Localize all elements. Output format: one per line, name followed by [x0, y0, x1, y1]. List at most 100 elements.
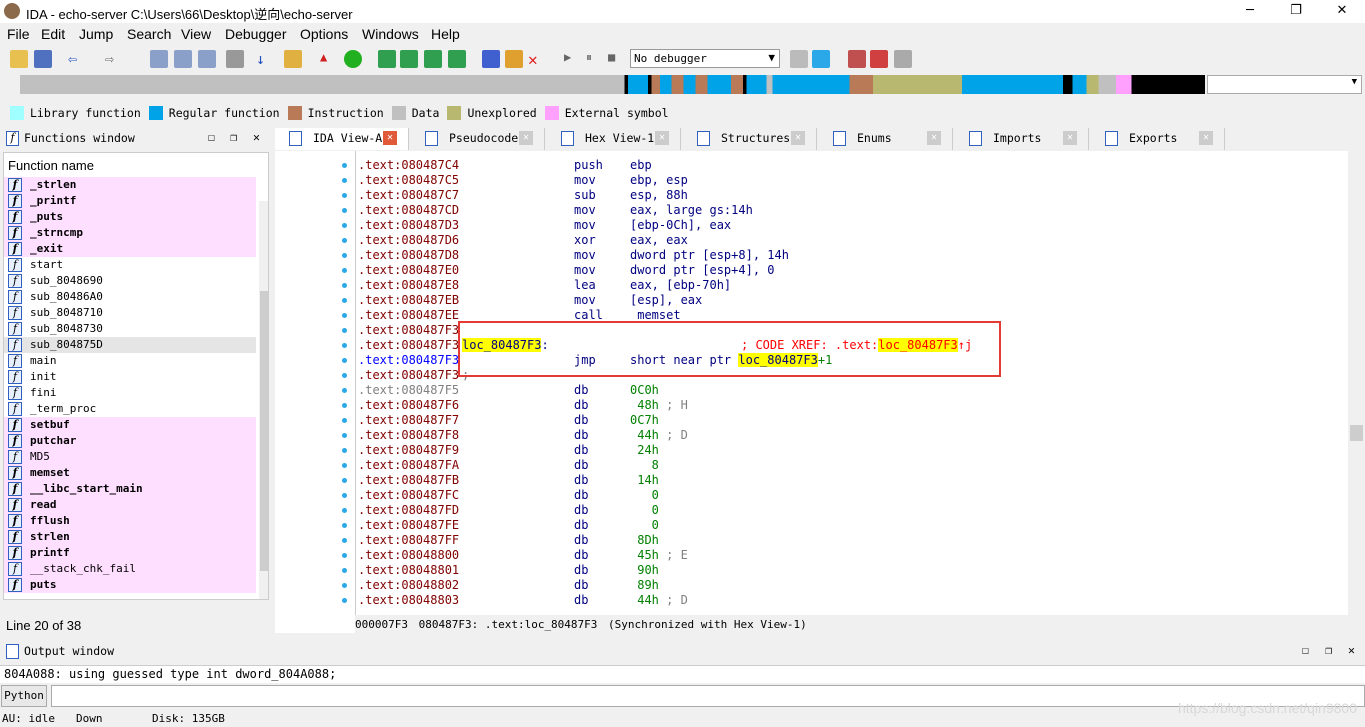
float-panel-icon[interactable]: ❐	[230, 130, 237, 144]
menu-edit[interactable]: Edit	[41, 26, 65, 42]
debug-options-icon[interactable]	[790, 50, 808, 68]
menu-file[interactable]: File	[7, 26, 30, 42]
code-line[interactable]: .text:080487CD mov eax, large gs:14h	[358, 203, 1348, 218]
menu-options[interactable]: Options	[300, 26, 348, 42]
breakpoint-dot-icon[interactable]	[342, 163, 347, 168]
code-line[interactable]: .text:080487D8 mov dword ptr [esp+8], 14h	[358, 248, 1348, 263]
code-line[interactable]: .text:080487FA db 8	[358, 458, 1348, 473]
menu-debugger[interactable]: Debugger	[225, 26, 287, 42]
pause-icon[interactable]: ⏸	[586, 50, 604, 68]
code-icon[interactable]	[378, 50, 396, 68]
close-panel-icon[interactable]: ✕	[253, 130, 260, 144]
code-line[interactable]: .text:080487D6 xor eax, eax	[358, 233, 1348, 248]
run-icon[interactable]	[344, 50, 362, 68]
function-row[interactable]: f putchar	[4, 433, 256, 449]
function-row[interactable]: f start	[4, 257, 256, 273]
code-line[interactable]: .text:080487E8 lea eax, [ebp-70h]	[358, 278, 1348, 293]
code-line[interactable]: .text:080487E0 mov dword ptr [esp+4], 0	[358, 263, 1348, 278]
close-tab-icon[interactable]: ✕	[519, 131, 533, 145]
menu-search[interactable]: Search	[127, 26, 171, 42]
code-line[interactable]: .text:080487F9 db 24h	[358, 443, 1348, 458]
breakpoint-dot-icon[interactable]	[342, 208, 347, 213]
binary-icon[interactable]	[150, 50, 168, 68]
breakpoint-dot-icon[interactable]	[342, 583, 347, 588]
print-icon[interactable]	[226, 50, 244, 68]
array-icon[interactable]	[448, 50, 466, 68]
code-line[interactable]: .text:080487FD db 0	[358, 503, 1348, 518]
breakpoint-dot-icon[interactable]	[342, 418, 347, 423]
code-line[interactable]: .text:080487C4 push ebp	[358, 158, 1348, 173]
breakpoint-dot-icon[interactable]	[342, 313, 347, 318]
code-line[interactable]: .text:080487F5 db 0C0h	[358, 383, 1348, 398]
code-line[interactable]: .text:080487EB mov [esp], eax	[358, 293, 1348, 308]
mark-icon[interactable]	[284, 50, 302, 68]
breakpoint-dot-icon[interactable]	[342, 538, 347, 543]
function-row[interactable]: f sub_80486A0	[4, 289, 256, 305]
stop-icon[interactable]: ■	[608, 50, 626, 68]
data-icon[interactable]	[400, 50, 418, 68]
function-row[interactable]: f read	[4, 497, 256, 513]
tab-imports[interactable]: Imports ✕	[955, 128, 1089, 150]
breakpoint-dot-icon[interactable]	[342, 283, 347, 288]
breakpoint-dot-icon[interactable]	[342, 223, 347, 228]
function-row[interactable]: f _exit	[4, 241, 256, 257]
function-row[interactable]: f strlen	[4, 529, 256, 545]
function-row[interactable]: f sub_8048730	[4, 321, 256, 337]
warning-icon[interactable]: ▲	[320, 50, 338, 68]
function-icon[interactable]	[482, 50, 500, 68]
tab-pseudocode-a[interactable]: Pseudocode-A ✕	[411, 128, 545, 150]
delete-icon[interactable]: ✕	[528, 50, 546, 69]
breakpoint-dot-icon[interactable]	[342, 193, 347, 198]
function-row[interactable]: f _puts	[4, 209, 256, 225]
vertical-scrollbar[interactable]	[259, 201, 268, 599]
maximize-panel-icon[interactable]: ☐	[208, 130, 215, 144]
debugger-select[interactable]: No debugger ▼	[630, 49, 780, 68]
code-line[interactable]: .text:080487C7 sub esp, 88h	[358, 188, 1348, 203]
breakpoint-dot-icon[interactable]	[342, 298, 347, 303]
code-line[interactable]: .text:080487C5 mov ebp, esp	[358, 173, 1348, 188]
close-tab-icon[interactable]: ✕	[383, 131, 397, 145]
command-input[interactable]	[51, 685, 1365, 707]
function-row[interactable]: f __stack_chk_fail	[4, 561, 256, 577]
vertical-scrollbar[interactable]	[1348, 151, 1365, 633]
function-row[interactable]: f sub_804875D	[4, 337, 256, 353]
function-row[interactable]: f memset	[4, 465, 256, 481]
breakpoint-dot-icon[interactable]	[342, 523, 347, 528]
function-row[interactable]: f MD5	[4, 449, 256, 465]
function-row[interactable]: f __libc_start_main	[4, 481, 256, 497]
menu-help[interactable]: Help	[431, 26, 460, 42]
tab-hex-view-1[interactable]: Hex View-1 ✕	[547, 128, 681, 150]
open-icon[interactable]	[10, 50, 28, 68]
close-tab-icon[interactable]: ✕	[655, 131, 669, 145]
python-button[interactable]: Python	[1, 685, 47, 707]
breakpoint-dot-icon[interactable]	[342, 253, 347, 258]
breakpoint-dot-icon[interactable]	[342, 508, 347, 513]
text-search-icon[interactable]	[174, 50, 192, 68]
close-tab-icon[interactable]: ✕	[1063, 131, 1077, 145]
function-row[interactable]: f puts	[4, 577, 256, 593]
function-row[interactable]: f setbuf	[4, 417, 256, 433]
breakpoint-icon[interactable]	[848, 50, 866, 68]
code-line[interactable]: .text:080487FE db 0	[358, 518, 1348, 533]
breakpoint-dot-icon[interactable]	[342, 598, 347, 603]
disassembly-view[interactable]: .text:080487C4 push ebp .text:080487C5 mov eb…	[355, 151, 1348, 615]
breakpoint-dot-icon[interactable]	[342, 433, 347, 438]
code-line[interactable]: .text:08048803 db 44h ; D	[358, 593, 1348, 608]
forward-icon[interactable]: ⇨	[105, 50, 123, 68]
code-line[interactable]: .text:080487FC db 0	[358, 488, 1348, 503]
menu-view[interactable]: View	[181, 26, 211, 42]
float-panel-icon[interactable]: ❐	[1325, 643, 1332, 657]
function-row[interactable]: f fini	[4, 385, 256, 401]
code-line[interactable]: .text:080487D3 mov [ebp-0Ch], eax	[358, 218, 1348, 233]
code-line[interactable]: .text:080487F8 db 44h ; D	[358, 428, 1348, 443]
menu-windows[interactable]: Windows	[362, 26, 419, 42]
start-debug-icon[interactable]: ▶	[564, 50, 582, 68]
maximize-panel-icon[interactable]: ☐	[1302, 643, 1309, 657]
close-button[interactable]: ✕	[1319, 0, 1365, 23]
breakpoint-dot-icon[interactable]	[342, 343, 347, 348]
function-row[interactable]: f sub_8048690	[4, 273, 256, 289]
breakpoint-dot-icon[interactable]	[342, 553, 347, 558]
trace-icon[interactable]	[870, 50, 888, 68]
breakpoint-dot-icon[interactable]	[342, 388, 347, 393]
save-icon[interactable]	[34, 50, 52, 68]
